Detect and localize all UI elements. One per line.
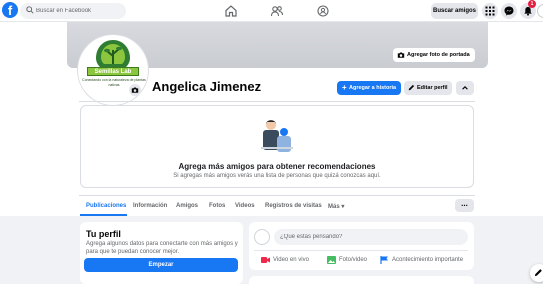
chevron-up-icon [462,86,468,90]
life-event-label: Acontecimiento importante [392,257,464,263]
new-message-button[interactable] [530,264,543,282]
menu-button[interactable] [482,3,498,19]
people-illustration-icon [261,120,293,152]
grid-menu-icon [485,6,495,16]
live-video-label: Video en vivo [273,257,309,263]
flag-icon [380,256,388,264]
suggestions-title: Agrega más amigos para obtener recomenda… [178,162,376,171]
tabs-divider [79,195,475,196]
tab-fotos[interactable]: Fotos [209,203,225,209]
groups-icon[interactable] [316,4,330,18]
facebook-logo[interactable]: f [2,2,18,18]
plus-icon: + [342,83,347,92]
search-input[interactable] [36,3,124,19]
home-icon[interactable] [224,4,238,18]
pencil-icon [408,84,415,91]
caret-down-icon: ▾ [341,204,345,210]
camera-icon [397,52,405,58]
your-profile-title: Tu perfil [86,229,121,239]
photo-video-button[interactable]: Foto/video [327,255,367,265]
update-profile-picture-button[interactable] [129,84,141,96]
search-box[interactable] [20,3,126,19]
start-button[interactable]: Empezar [84,258,238,272]
your-profile-text: Agrega algunos datos para conectarte con… [86,241,238,255]
composer-avatar[interactable] [254,229,270,245]
active-tab-indicator [80,214,127,216]
friends-icon[interactable] [270,4,284,18]
search-icon [26,6,34,14]
logo-text: Semillas Lab [87,67,139,76]
more-options-button[interactable]: ... [455,199,474,212]
header-divider [79,101,475,102]
tab-more[interactable]: Más ▾ [328,203,344,210]
notification-badge: 1 [528,0,536,8]
suggestions-subtitle: Si agregas más amigos verás una lista de… [173,173,381,179]
post-input[interactable] [274,229,468,245]
tab-registros-de-visitas[interactable]: Registros de visitas [265,203,322,209]
edit-profile-label: Editar perfil [417,85,448,91]
tab-informacion[interactable]: Información [133,203,167,209]
photo-video-label: Foto/video [339,257,368,263]
live-video-button[interactable]: Video en vivo [261,255,309,265]
add-cover-photo-label: Agregar foto de portada [407,52,470,58]
profile-name: Angelica Jimenez [152,79,262,94]
messenger-icon [504,6,514,16]
tab-more-label: Más [328,204,340,210]
tab-videos[interactable]: Videos [235,203,255,209]
composer-divider [254,250,468,251]
find-friends-button[interactable]: Buscar amigos [431,3,478,19]
account-avatar[interactable] [537,4,543,18]
add-cover-photo-button[interactable]: Agregar foto de portada [393,48,475,62]
life-event-button[interactable]: Acontecimiento importante [380,255,463,265]
compose-icon [534,269,542,277]
add-to-story-label: Agregar a historia [349,85,397,91]
camera-icon [131,87,139,93]
add-to-story-button[interactable]: + Agregar a historia [337,81,401,95]
tab-amigos[interactable]: Amigos [176,203,198,209]
top-navigation-bar: f Buscar amigos [0,0,543,22]
edit-profile-button[interactable]: Editar perfil [404,81,452,95]
live-video-icon [261,257,270,263]
profile-options-button[interactable] [456,81,474,95]
photo-icon [327,256,336,264]
next-card-edge [249,276,474,284]
tab-publicaciones[interactable]: Publicaciones [86,203,126,209]
messenger-button[interactable] [501,3,517,19]
